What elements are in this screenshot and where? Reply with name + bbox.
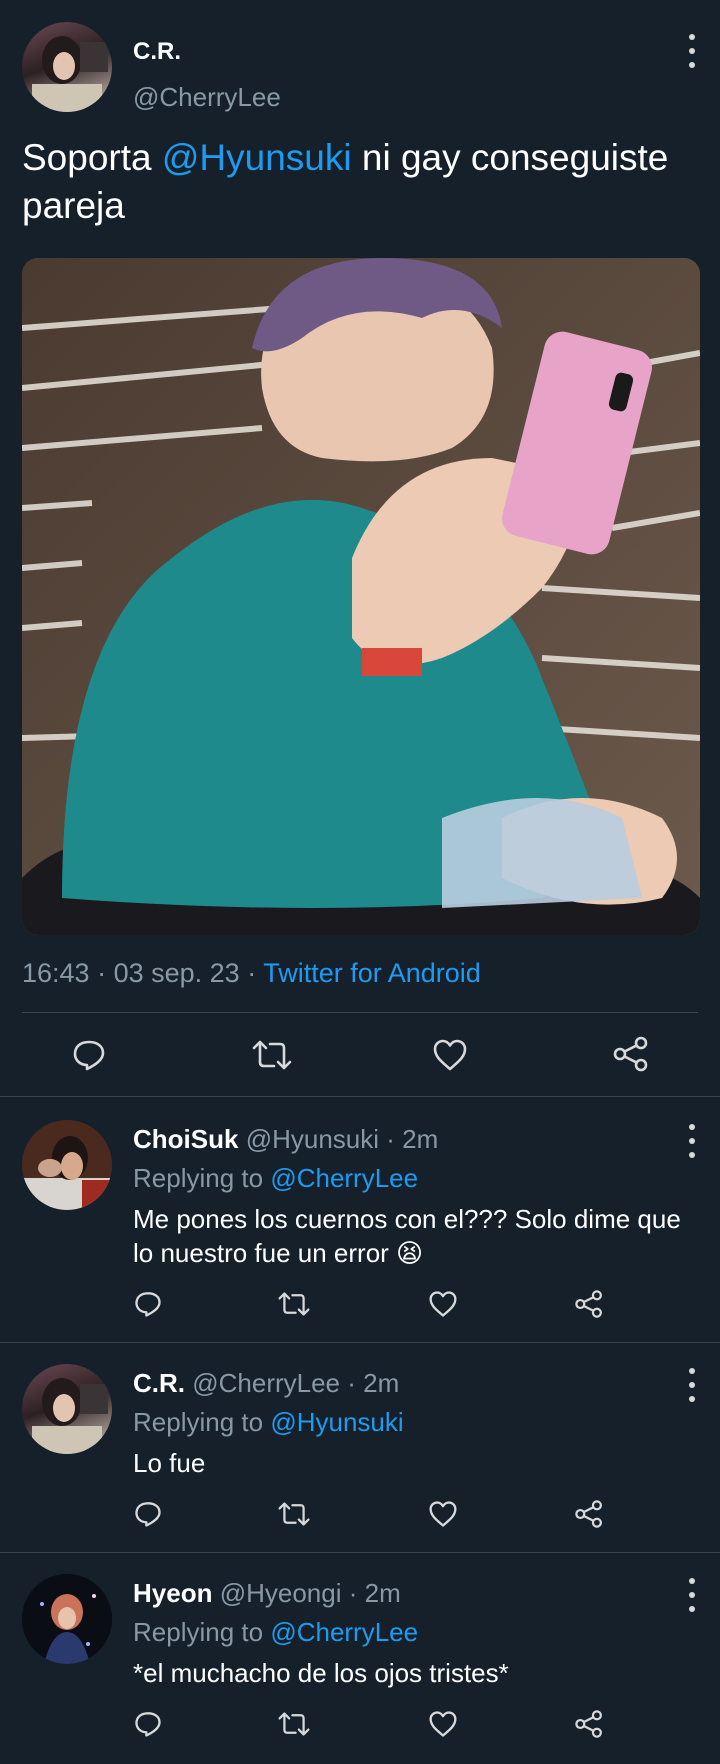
mention-link[interactable]: @Hyunsuki (270, 1407, 403, 1437)
replying-label: Replying to (133, 1617, 271, 1647)
tweet-text-prefix: Soporta (22, 137, 162, 178)
handle[interactable]: @Hyeongi (220, 1578, 342, 1608)
timestamp: · 2m (340, 1368, 400, 1398)
avatar[interactable] (22, 1120, 112, 1210)
retweet-icon[interactable] (252, 1038, 292, 1072)
display-name[interactable]: C.R. (133, 1368, 185, 1398)
handle[interactable]: @CherryLee (192, 1368, 340, 1398)
reply-header: C.R. @CherryLee · 2m (133, 1368, 399, 1399)
like-icon[interactable] (428, 1290, 458, 1318)
more-options-icon[interactable] (686, 1578, 698, 1612)
replying-to: Replying to @Hyunsuki (133, 1407, 404, 1438)
mention-link[interactable]: @CherryLee (270, 1163, 418, 1193)
meta-separator: · (89, 958, 114, 988)
more-options-icon[interactable] (686, 1368, 698, 1402)
retweet-icon[interactable] (278, 1710, 310, 1738)
tweet-date: 03 sep. 23 (113, 958, 240, 988)
avatar[interactable] (22, 1574, 112, 1664)
reply-icon[interactable] (72, 1038, 106, 1072)
reply-icon[interactable] (134, 1710, 162, 1738)
replying-label: Replying to (133, 1407, 271, 1437)
share-icon[interactable] (612, 1036, 650, 1072)
divider (0, 1552, 720, 1553)
more-options-icon[interactable] (686, 1124, 698, 1158)
tweet-meta: 16:43 · 03 sep. 23 · Twitter for Android (22, 958, 481, 989)
replying-to: Replying to @CherryLee (133, 1617, 418, 1648)
divider (22, 1012, 698, 1013)
handle[interactable]: @Hyunsuki (246, 1124, 379, 1154)
reply-text: *el muchacho de los ojos tristes* (133, 1658, 509, 1688)
retweet-icon[interactable] (278, 1290, 310, 1318)
replying-label: Replying to (133, 1163, 271, 1193)
more-options-icon[interactable] (686, 34, 698, 68)
divider (0, 1096, 720, 1097)
display-name[interactable]: Hyeon (133, 1578, 212, 1608)
share-icon[interactable] (574, 1499, 604, 1529)
retweet-icon[interactable] (278, 1500, 310, 1528)
display-name[interactable]: C.R. (133, 38, 181, 66)
display-name[interactable]: ChoiSuk (133, 1124, 238, 1154)
tweet-photo[interactable] (22, 258, 700, 935)
like-icon[interactable] (428, 1500, 458, 1528)
timestamp: · 2m (341, 1578, 401, 1608)
like-icon[interactable] (432, 1038, 468, 1072)
like-icon[interactable] (428, 1710, 458, 1738)
share-icon[interactable] (574, 1289, 604, 1319)
share-icon[interactable] (574, 1709, 604, 1739)
timestamp: · 2m (379, 1124, 439, 1154)
replying-to: Replying to @CherryLee (133, 1163, 418, 1194)
avatar[interactable] (22, 1364, 112, 1454)
reply-text: Lo fue (133, 1448, 206, 1478)
tweet-text: Soporta @Hyunsuki ni gay conseguiste par… (22, 134, 712, 230)
meta-separator: · (239, 958, 264, 988)
mention-link[interactable]: @CherryLee (270, 1617, 418, 1647)
tweet-client-link[interactable]: Twitter for Android (263, 958, 481, 988)
reply-icon[interactable] (134, 1290, 162, 1318)
mention-link[interactable]: @Hyunsuki (162, 137, 352, 178)
handle[interactable]: @CherryLee (133, 82, 281, 113)
reply-header: Hyeon @Hyeongi · 2m (133, 1578, 401, 1609)
reply-header: ChoiSuk @Hyunsuki · 2m (133, 1124, 438, 1155)
reply-text: Me pones los cuernos con el??? Solo dime… (133, 1204, 681, 1268)
avatar[interactable] (22, 22, 112, 112)
divider (0, 1342, 720, 1343)
reply-icon[interactable] (134, 1500, 162, 1528)
tweet-time: 16:43 (22, 958, 90, 988)
